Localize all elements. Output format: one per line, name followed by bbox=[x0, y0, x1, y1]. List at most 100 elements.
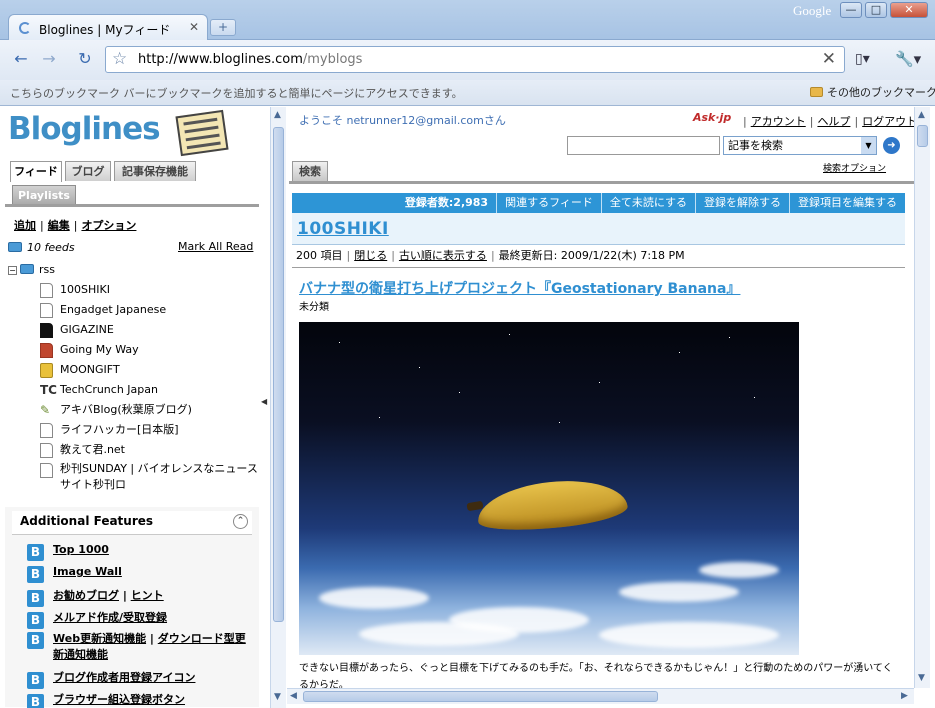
add-link[interactable]: 追加 bbox=[14, 219, 36, 232]
header-divider bbox=[289, 181, 914, 184]
feed-item[interactable]: ✎ アキバBlog(秋葉原ブログ) bbox=[8, 401, 260, 421]
scroll-down-icon[interactable]: ▼ bbox=[918, 673, 925, 683]
feed-item[interactable]: GIGAZINE bbox=[8, 321, 260, 341]
close-feed-link[interactable]: 閉じる bbox=[354, 249, 387, 262]
search-input[interactable] bbox=[567, 136, 720, 155]
mark-all-read-link[interactable]: Mark All Read bbox=[178, 240, 253, 253]
feed-item[interactable]: TC TechCrunch Japan bbox=[8, 381, 260, 401]
feed-item[interactable]: Engadget Japanese bbox=[8, 301, 260, 321]
browser-toolbar: ← → ↻ ☆ http://www.bloglines.com/myblogs… bbox=[0, 40, 935, 80]
feed-item[interactable]: Going My Way bbox=[8, 341, 260, 361]
sidebar-scrollbar[interactable]: ▲ ▼ bbox=[270, 107, 286, 708]
help-link[interactable]: ヘルプ bbox=[817, 115, 850, 128]
recommended-blogs-link[interactable]: お勧めブログ bbox=[53, 589, 119, 602]
browser-tab[interactable]: Bloglines | Myフィード ✕ bbox=[8, 14, 208, 41]
edit-link[interactable]: 編集 bbox=[48, 219, 70, 232]
bookmark-bar: こちらのブックマーク バーにブックマークを追加すると簡単にページにアクセスできま… bbox=[0, 80, 935, 106]
feature-recommended: B お勧めブログ | ヒント bbox=[27, 587, 164, 607]
tab-feeds[interactable]: フィード bbox=[10, 161, 62, 182]
sidebar-divider bbox=[5, 204, 260, 207]
feed-item[interactable]: 教えて君.net bbox=[8, 441, 260, 461]
feature-email[interactable]: B メルアド作成/受取登録 bbox=[27, 609, 167, 629]
article-body: できない目標があったら、ぐっと目標を下げてみるのも手だ。「お、それならできるかも… bbox=[299, 663, 893, 688]
search-go-button[interactable]: ➜ bbox=[883, 137, 900, 154]
tab-playlists[interactable]: Playlists bbox=[12, 185, 76, 205]
logout-link[interactable]: ログアウト bbox=[862, 115, 914, 128]
related-feeds-button[interactable]: 関連するフィード bbox=[496, 193, 601, 213]
scroll-right-icon[interactable]: ▶ bbox=[901, 691, 908, 701]
article-category: 未分類 bbox=[299, 302, 329, 313]
article-title[interactable]: バナナ型の衛星打ち上げプロジェクト『Geostationary Banana』 bbox=[299, 278, 740, 298]
gigazine-icon bbox=[40, 323, 53, 338]
scrollbar-thumb[interactable] bbox=[303, 691, 658, 702]
back-button[interactable]: ← bbox=[8, 48, 34, 72]
unsubscribe-button[interactable]: 登録を解除する bbox=[695, 193, 789, 213]
feed-meta: 200 項目 | 閉じる | 古い順に表示する | 最終更新日: 2009/1/22(木) … bbox=[292, 246, 905, 268]
feed-toolbar: 登録者数:2,983 関連するフィード 全て未読にする 登録を解除する 登録項目… bbox=[292, 193, 905, 213]
stop-icon[interactable]: ✕ bbox=[822, 49, 836, 69]
scroll-left-icon[interactable]: ◀ bbox=[290, 691, 297, 701]
tab-search[interactable]: 検索 bbox=[292, 161, 328, 181]
ask-jp-logo[interactable]: Ask·jp bbox=[693, 111, 731, 124]
search-scope-select[interactable]: 記事を検索 ▼ bbox=[723, 136, 877, 155]
collapse-icon[interactable]: − bbox=[8, 266, 17, 275]
feed-title[interactable]: 100SHIKI bbox=[297, 219, 389, 239]
maximize-button[interactable]: □ bbox=[865, 2, 887, 18]
options-link[interactable]: オプション bbox=[81, 219, 136, 232]
minimize-button[interactable]: — bbox=[840, 2, 862, 18]
feature-browser-button[interactable]: B ブラウザー組込登録ボタン bbox=[27, 691, 185, 708]
window-close-button[interactable]: ✕ bbox=[890, 2, 928, 18]
scrollbar-thumb[interactable] bbox=[917, 125, 928, 147]
horizontal-scrollbar[interactable]: ◀ ▶ bbox=[287, 688, 914, 704]
collapse-panel-icon[interactable]: ⌃ bbox=[233, 514, 248, 529]
new-tab-button[interactable]: + bbox=[210, 19, 236, 36]
tab-blog[interactable]: ブログ bbox=[65, 161, 111, 181]
content-scrollbar[interactable]: ▲ ▼ bbox=[914, 107, 930, 688]
scroll-up-icon[interactable]: ▲ bbox=[274, 110, 281, 120]
sort-order-link[interactable]: 古い順に表示する bbox=[399, 249, 487, 262]
tab-close-icon[interactable]: ✕ bbox=[189, 20, 199, 34]
banana-satellite bbox=[475, 474, 629, 536]
feature-image-wall[interactable]: B Image Wall bbox=[27, 565, 122, 583]
url-text[interactable]: http://www.bloglines.com/myblogs bbox=[138, 52, 362, 67]
bookmark-star-icon[interactable]: ☆ bbox=[112, 49, 127, 69]
notifier-link[interactable]: Web更新通知機能 bbox=[53, 632, 146, 645]
folder-icon bbox=[8, 242, 22, 252]
newspaper-icon bbox=[175, 109, 229, 157]
mark-unread-button[interactable]: 全て未読にする bbox=[600, 193, 695, 213]
item-count: 200 項目 bbox=[296, 249, 343, 262]
folder-rss[interactable]: − rss bbox=[8, 263, 260, 281]
tab-clippings[interactable]: 記事保存機能 bbox=[114, 161, 196, 181]
forward-button[interactable]: → bbox=[36, 48, 62, 72]
feed-count: 10 feeds bbox=[8, 241, 75, 254]
bloglines-logo[interactable]: Bloglines bbox=[8, 111, 161, 147]
feed-item[interactable]: MOONGIFT bbox=[8, 361, 260, 381]
feature-top1000[interactable]: B Top 1000 bbox=[27, 543, 109, 561]
scroll-up-icon[interactable]: ▲ bbox=[918, 110, 925, 120]
scroll-down-icon[interactable]: ▼ bbox=[274, 692, 281, 702]
reading-pane: ようこそ netrunner12@gmail.comさん Ask·jp | アカウ… bbox=[287, 107, 914, 688]
bloglines-b-icon: B bbox=[27, 590, 44, 607]
account-link[interactable]: アカウント bbox=[751, 115, 806, 128]
address-bar[interactable]: ☆ http://www.bloglines.com/myblogs ✕ bbox=[105, 46, 845, 73]
feed-item[interactable]: 100SHIKI bbox=[8, 281, 260, 301]
pane-splitter[interactable]: ◀ bbox=[259, 107, 269, 708]
page-icon bbox=[40, 303, 53, 318]
folder-icon bbox=[20, 264, 34, 274]
feature-author-icon[interactable]: B ブログ作成者用登録アイコン bbox=[27, 669, 195, 689]
feed-item[interactable]: 秒刊SUNDAY | バイオレンスなニュースサイト秒刊ロ bbox=[8, 461, 260, 497]
bloglines-b-icon: B bbox=[27, 612, 44, 629]
reload-button[interactable]: ↻ bbox=[72, 48, 98, 72]
hint-link[interactable]: ヒント bbox=[131, 589, 164, 602]
last-updated: 最終更新日: 2009/1/22(木) 7:18 PM bbox=[498, 249, 685, 262]
page-menu-icon[interactable]: ▯▾ bbox=[855, 51, 870, 67]
wrench-icon[interactable]: 🔧▾ bbox=[895, 50, 921, 68]
feed-tree: − rss 100SHIKI Engadget Japanese GIGAZINE… bbox=[8, 263, 260, 497]
scrollbar-thumb[interactable] bbox=[273, 127, 284, 622]
browser-titlebar: Bloglines | Myフィード ✕ + Google — □ ✕ bbox=[0, 0, 935, 41]
feed-item[interactable]: ライフハッカー[日本版] bbox=[8, 421, 260, 441]
collapse-left-icon[interactable]: ◀ bbox=[261, 397, 267, 406]
search-options-link[interactable]: 検索オプション bbox=[823, 161, 886, 174]
other-bookmarks-button[interactable]: その他のブックマーク bbox=[810, 84, 935, 100]
edit-subscription-button[interactable]: 登録項目を編集する bbox=[789, 193, 905, 213]
